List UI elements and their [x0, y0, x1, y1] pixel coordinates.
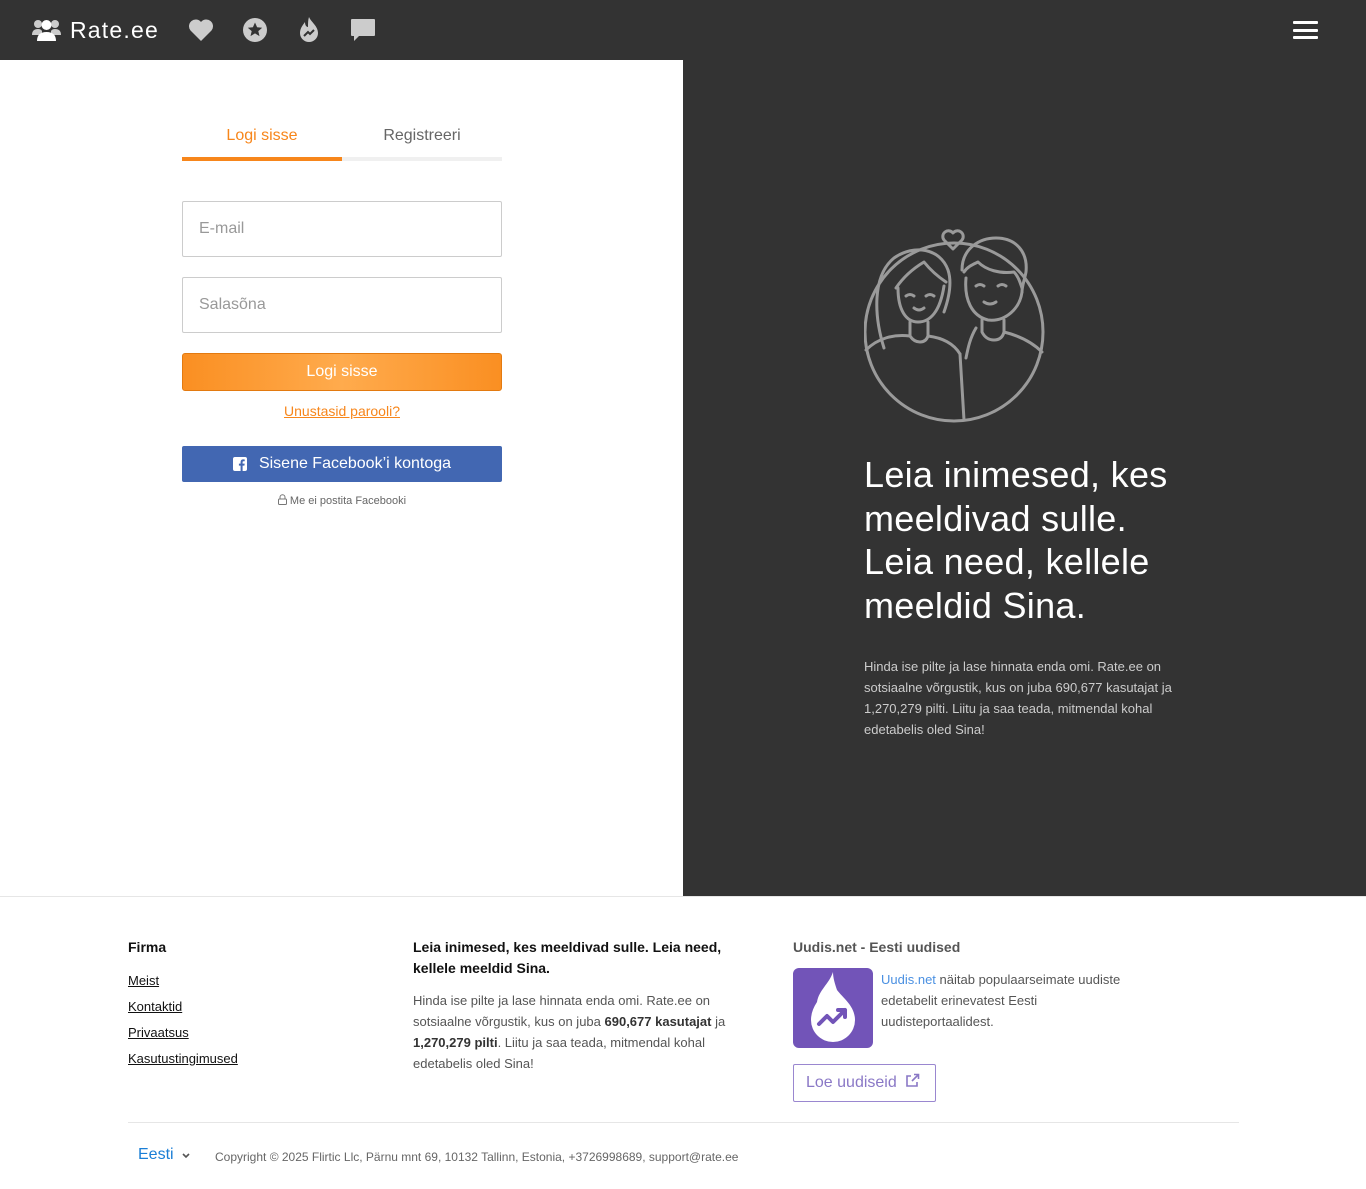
email-input[interactable]: [182, 201, 502, 257]
chevron-down-icon: [174, 1146, 190, 1164]
news-heading: Uudis.net - Eesti uudised: [793, 939, 961, 955]
uudis-link[interactable]: Uudis.net: [881, 972, 936, 987]
photos-count: 1,270,279 pilti: [413, 1035, 498, 1050]
external-link-icon: [897, 1073, 920, 1093]
footer-link-contacts[interactable]: Kontaktid: [128, 999, 182, 1014]
users-icon: [32, 19, 61, 41]
brand-logo[interactable]: Rate.ee: [32, 0, 159, 60]
password-input[interactable]: [182, 277, 502, 333]
hero-title: Leia inimesed, kes meeldivad sulle. Leia…: [864, 454, 1168, 626]
footer-link-terms[interactable]: Kasutustingimused: [128, 1051, 238, 1066]
login-panel: Logi sisse Registreeri Logi sisse Unusta…: [0, 60, 683, 896]
top-navbar: Rate.ee: [0, 0, 1366, 60]
read-news-label: Loe uudiseid: [806, 1074, 897, 1091]
footer-divider: [128, 1122, 1239, 1123]
footer-about-text: Hinda ise pilte ja lase hinnata enda omi…: [413, 993, 726, 1071]
hero-description: Hinda ise pilte ja lase hinnata enda omi…: [864, 659, 1172, 737]
company-heading: Firma: [128, 939, 167, 955]
news-description: Uudis.net näitab populaarseimate uudiste…: [881, 972, 1121, 1029]
facebook-note: Me ei postita Facebooki: [182, 494, 502, 508]
users-count: 690,677 kasutajat: [604, 1014, 712, 1029]
hero-panel: Leia inimesed, kes meeldivad sulle. Leia…: [683, 60, 1366, 896]
tab-register[interactable]: Registreeri: [342, 120, 502, 161]
hamburger-menu-icon[interactable]: [1293, 20, 1319, 40]
facebook-icon: [232, 457, 247, 471]
login-button[interactable]: Logi sisse: [182, 353, 502, 391]
auth-tabs: Logi sisse Registreeri: [182, 120, 502, 161]
uudis-logo[interactable]: [793, 968, 873, 1048]
facebook-login-button[interactable]: Sisene Facebook’i kontoga: [182, 446, 502, 482]
lock-icon: [277, 494, 290, 508]
brand-name: Rate.ee: [70, 16, 159, 43]
fire-icon[interactable]: [295, 16, 323, 44]
heart-icon[interactable]: [187, 16, 215, 44]
footer: Firma Meist Kontaktid Privaatsus Kasutus…: [0, 896, 1366, 1189]
footer-link-privacy[interactable]: Privaatsus: [128, 1025, 189, 1040]
facebook-note-text: Me ei postita Facebooki: [289, 495, 407, 507]
footer-link-about[interactable]: Meist: [128, 973, 159, 988]
facebook-button-label: Sisene Facebook’i kontoga: [258, 455, 452, 472]
copyright: Copyright © 2025 Flirtic Llc, Pärnu mnt …: [215, 1150, 739, 1164]
language-select[interactable]: Eesti: [138, 1146, 190, 1164]
footer-about-title: Leia inimesed, kes meeldivad sulle. Leia…: [413, 939, 722, 976]
couple-illustration: [863, 226, 1046, 424]
forgot-password-link[interactable]: Unustasid parooli?: [182, 403, 502, 419]
chat-icon[interactable]: [349, 16, 377, 44]
star-icon[interactable]: [241, 16, 269, 44]
language-label: Eesti: [138, 1146, 174, 1163]
read-news-button[interactable]: Loe uudiseid: [793, 1064, 936, 1102]
tab-login[interactable]: Logi sisse: [182, 120, 342, 161]
